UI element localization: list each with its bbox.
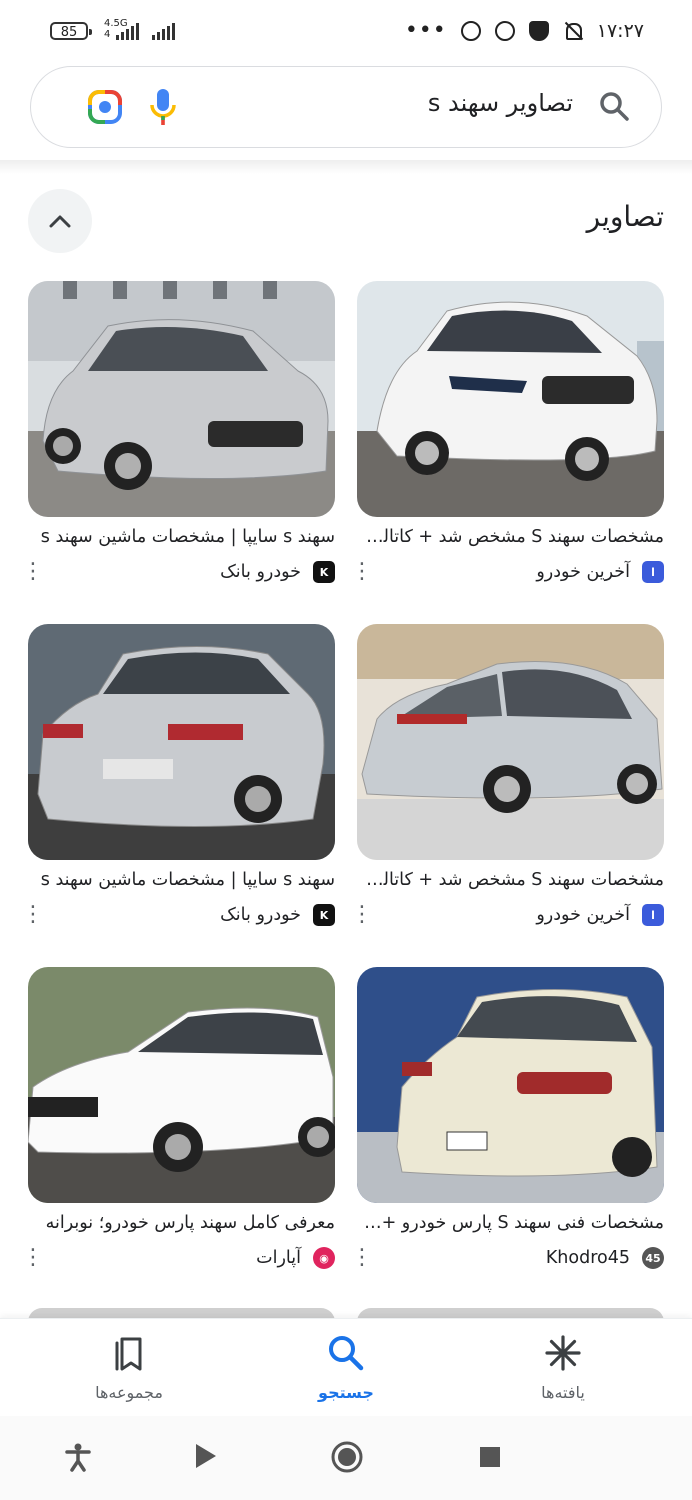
home-button-icon[interactable]: [330, 1440, 364, 1474]
play-icon[interactable]: [194, 1442, 218, 1470]
section-title: تصاویر: [586, 200, 664, 233]
nav-label: مجموعه‌ها: [95, 1383, 163, 1402]
system-navigation-bar: [0, 1416, 692, 1500]
search-icon: [329, 1336, 364, 1371]
site-favicon-icon: ◉: [313, 1247, 335, 1269]
result-source: ا آخرین خودرو ⋮: [351, 559, 664, 585]
overflow-dots: •••: [404, 18, 447, 43]
signal-icon-2: [152, 22, 175, 40]
google-lens-icon[interactable]: [87, 89, 123, 125]
site-favicon-icon: ا: [642, 561, 664, 583]
bottom-navigation: یافته‌ها جستجو مجموعه‌ها: [0, 1318, 692, 1417]
result-caption[interactable]: مشخصات فنی سهند S پارس خودرو + قیمت: [359, 1213, 664, 1233]
result-caption[interactable]: سهند s سایپا | مشخصات ماشین سهند s: [30, 870, 335, 890]
battery-indicator: 85: [50, 22, 92, 40]
asterisk-icon: [545, 1335, 581, 1371]
result-caption[interactable]: سهند s سایپا | مشخصات ماشین سهند s: [30, 527, 335, 547]
more-options-icon[interactable]: ⋮: [351, 561, 373, 583]
image-results-grid: مشخصات سهند S مشخص شد + کاتالوگ ا آخرین …: [22, 281, 664, 1310]
sync-icon: [460, 21, 481, 41]
image-result-card[interactable]: مشخصات سهند S مشخص شد + کاتالوگ ا آخرین …: [351, 624, 664, 967]
recents-icon[interactable]: [479, 1446, 501, 1468]
image-result-card[interactable]: سهند s سایپا | مشخصات ماشین سهند s K خود…: [22, 281, 335, 624]
collections-icon: [115, 1337, 142, 1371]
status-bar: 85 4.5G 4 ••• ۱۷:۲۷: [0, 0, 692, 62]
signal-icon: [116, 22, 139, 40]
source-name[interactable]: خودرو بانک: [220, 905, 301, 925]
image-result-card[interactable]: مشخصات سهند S مشخص شد + کاتالوگ ا آخرین …: [351, 281, 664, 624]
car-photo: [357, 967, 664, 1203]
chevron-up-icon: [49, 215, 71, 228]
header-shadow: [0, 160, 692, 174]
result-thumbnail[interactable]: [28, 967, 335, 1203]
site-favicon-icon: ا: [642, 904, 664, 926]
result-thumbnail[interactable]: [28, 281, 335, 517]
result-caption[interactable]: مشخصات سهند S مشخص شد + کاتالوگ: [359, 870, 664, 890]
site-favicon-icon: K: [313, 904, 335, 926]
nav-search[interactable]: جستجو: [266, 1333, 426, 1402]
search-icon[interactable]: [599, 91, 629, 121]
car-photo: [28, 281, 335, 517]
result-thumbnail[interactable]: [357, 281, 664, 517]
more-options-icon[interactable]: ⋮: [22, 561, 44, 583]
source-name[interactable]: آپارات: [256, 1248, 301, 1268]
result-source: 45 Khodro45 ⋮: [351, 1245, 664, 1271]
car-photo: [28, 624, 335, 860]
nav-label: یافته‌ها: [541, 1383, 585, 1402]
result-source: ◉ آپارات ⋮: [22, 1245, 335, 1271]
result-thumbnail[interactable]: [357, 967, 664, 1203]
result-thumbnail[interactable]: [28, 624, 335, 860]
nav-label: جستجو: [318, 1383, 374, 1402]
site-favicon-icon: 45: [642, 1247, 664, 1269]
chat-icon: [494, 21, 515, 41]
more-options-icon[interactable]: ⋮: [351, 904, 373, 926]
result-source: K خودرو بانک ⋮: [22, 902, 335, 928]
result-source: ا آخرین خودرو ⋮: [351, 902, 664, 928]
shield-icon: [528, 21, 549, 41]
car-photo: [357, 281, 664, 517]
bell-off-icon: [563, 21, 583, 41]
source-name[interactable]: آخرین خودرو: [536, 562, 630, 582]
car-photo: [357, 624, 664, 860]
more-options-icon[interactable]: ⋮: [351, 1247, 373, 1269]
collapse-button[interactable]: [28, 189, 92, 253]
search-bar[interactable]: تصاویر سهند s: [30, 66, 662, 148]
result-source: K خودرو بانک ⋮: [22, 559, 335, 585]
result-thumbnail[interactable]: [357, 624, 664, 860]
microphone-icon[interactable]: [149, 87, 177, 129]
clock: ۱۷:۲۷: [596, 20, 644, 42]
result-caption[interactable]: معرفی کامل سهند پارس خودرو؛ نوبرانه: [30, 1213, 335, 1233]
car-photo: [28, 967, 335, 1203]
site-favicon-icon: K: [313, 561, 335, 583]
image-result-card[interactable]: مشخصات فنی سهند S پارس خودرو + قیمت 45 K…: [351, 967, 664, 1310]
image-result-card[interactable]: معرفی کامل سهند پارس خودرو؛ نوبرانه ◉ آپ…: [22, 967, 335, 1310]
image-result-card[interactable]: سهند s سایپا | مشخصات ماشین سهند s K خود…: [22, 624, 335, 967]
nav-discover[interactable]: یافته‌ها: [483, 1333, 643, 1402]
source-name[interactable]: آخرین خودرو: [536, 905, 630, 925]
result-caption[interactable]: مشخصات سهند S مشخص شد + کاتالوگ: [359, 527, 664, 547]
source-name[interactable]: Khodro45: [546, 1248, 630, 1268]
source-name[interactable]: خودرو بانک: [220, 562, 301, 582]
accessibility-icon[interactable]: [64, 1442, 92, 1472]
nav-collections[interactable]: مجموعه‌ها: [49, 1333, 209, 1402]
more-options-icon[interactable]: ⋮: [22, 1247, 44, 1269]
search-query-text[interactable]: تصاویر سهند s: [428, 89, 573, 117]
more-options-icon[interactable]: ⋮: [22, 904, 44, 926]
